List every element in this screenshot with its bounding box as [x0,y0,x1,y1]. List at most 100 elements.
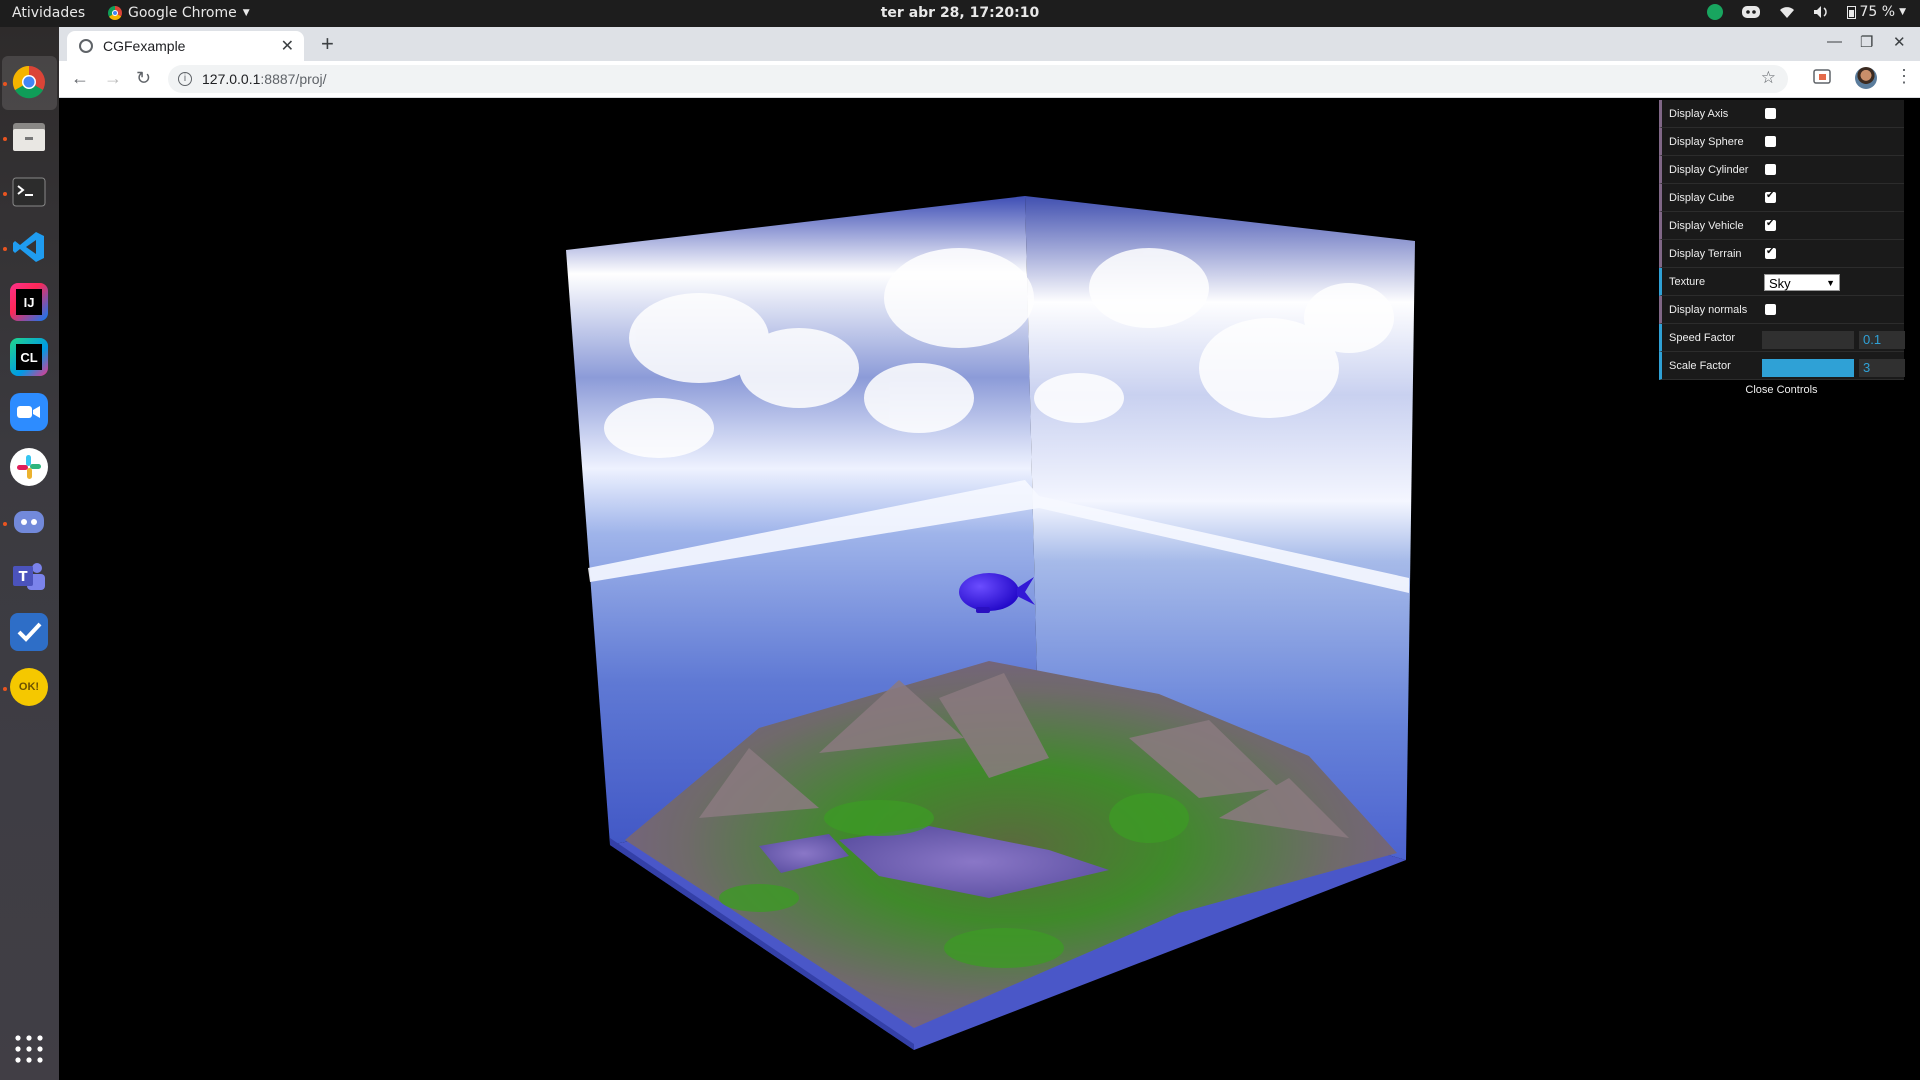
vscode-icon [13,232,44,262]
texture-row[interactable]: Texture Sky [1659,268,1904,296]
display-vehicle-label: Display Vehicle [1669,220,1744,232]
more-menu-icon[interactable]: ⋮ [1895,66,1913,87]
volume-icon[interactable] [1813,5,1829,19]
cast-icon[interactable] [1812,67,1832,87]
browser-tab-strip: CGFexample ✕ + — ❐ ✕ [59,27,1920,61]
restore-icon[interactable]: ❐ [1860,33,1873,51]
files-launcher[interactable] [10,118,48,156]
discord-tray-icon[interactable] [1741,4,1761,20]
slack-icon [17,455,41,479]
terminal-icon [12,177,46,207]
todo-icon [17,622,42,642]
display-axis-checkbox[interactable] [1765,108,1776,119]
wifi-icon[interactable] [1779,5,1795,19]
display-terrain-row[interactable]: Display Terrain [1659,240,1904,268]
texture-label: Texture [1669,276,1706,288]
texture-select[interactable]: Sky [1764,274,1840,292]
app-menu-label: Google Chrome [128,5,237,21]
svg-text:T: T [19,570,28,585]
scale-factor-slider[interactable] [1762,359,1854,377]
url-path: :8887/proj/ [260,71,327,87]
scale-factor-input[interactable]: 3 [1859,359,1905,377]
chevron-down-icon: ▼ [242,8,250,18]
speed-factor-label: Speed Factor [1669,332,1736,344]
bookmark-star-icon[interactable]: ☆ [1761,68,1776,88]
display-axis-row[interactable]: Display Axis [1659,100,1904,128]
minimize-icon[interactable]: — [1827,33,1842,50]
clion-launcher[interactable]: CL [10,338,48,376]
running-indicator [3,522,7,526]
scale-factor-row[interactable]: Scale Factor 3 [1659,352,1905,380]
display-cube-checkbox[interactable] [1765,190,1776,203]
reload-icon[interactable]: ↻ [136,68,151,89]
close-tab-icon[interactable]: ✕ [281,36,294,56]
close-controls-button[interactable]: Close Controls [1659,380,1904,400]
intellij-icon: IJ [16,289,42,315]
running-indicator [3,82,7,86]
system-top-bar: Atividades Google Chrome ▼ ter abr 28, 1… [0,0,1920,27]
battery-percentage: 75 % [1859,4,1896,20]
display-cylinder-checkbox[interactable] [1765,164,1776,175]
zoom-launcher[interactable] [10,393,48,431]
globe-icon [79,39,93,53]
todo-launcher[interactable] [10,613,48,651]
tab-cgfexample[interactable]: CGFexample ✕ [67,31,304,61]
display-vehicle-checkbox[interactable] [1765,218,1776,231]
clion-icon: CL [16,344,42,370]
site-info-icon[interactable]: i [178,72,192,86]
forward-arrow-icon[interactable]: → [104,68,122,89]
profile-avatar[interactable] [1855,67,1877,89]
display-cylinder-row[interactable]: Display Cylinder [1659,156,1904,184]
display-normals-checkbox[interactable] [1765,304,1776,315]
app-menu[interactable]: Google Chrome ▼ [108,5,250,21]
clock[interactable]: ter abr 28, 17:20:10 [881,5,1040,21]
discord-icon [14,511,44,533]
chrome-icon [108,6,122,20]
3d-scene [566,196,1415,1050]
display-sphere-row[interactable]: Display Sphere [1659,128,1904,156]
running-indicator [3,192,7,196]
speed-factor-slider[interactable] [1762,331,1854,349]
system-tray[interactable]: 75 % ▼ [1706,4,1906,20]
display-normals-label: Display normals [1669,304,1748,316]
grid-icon [15,1035,43,1063]
speed-factor-row[interactable]: Speed Factor 0.1 [1659,324,1905,352]
running-indicator [3,137,7,141]
chrome-launcher[interactable] [10,63,48,101]
close-window-icon[interactable]: ✕ [1893,33,1906,51]
browser-toolbar: ← → ↻ i 127.0.0.1 :8887/proj/ ☆ ⋮ [59,61,1920,98]
controls-panel: Display Axis Display Sphere Display Cyli… [1659,100,1905,400]
new-tab-button[interactable]: + [321,31,334,57]
display-cylinder-label: Display Cylinder [1669,164,1749,176]
speed-factor-input[interactable]: 0.1 [1859,331,1905,349]
battery-indicator[interactable]: 75 % ▼ [1846,4,1906,20]
status-indicator-icon[interactable] [1706,4,1723,20]
intellij-launcher[interactable]: IJ [10,283,48,321]
todook-launcher[interactable]: OK! [10,668,48,706]
files-icon [13,123,45,151]
display-axis-label: Display Axis [1669,108,1729,120]
display-cube-row[interactable]: Display Cube [1659,184,1904,212]
teams-launcher[interactable]: T [10,558,48,596]
display-vehicle-row[interactable]: Display Vehicle [1659,212,1904,240]
tab-title: CGFexample [103,38,186,54]
webgl-canvas[interactable] [59,98,1920,1080]
display-normals-row[interactable]: Display normals [1659,296,1904,324]
display-sphere-label: Display Sphere [1669,136,1744,148]
terminal-launcher[interactable] [10,173,48,211]
battery-icon [1846,6,1856,19]
running-indicator [3,687,7,691]
address-bar[interactable]: i 127.0.0.1 :8887/proj/ ☆ [168,65,1788,93]
display-sphere-checkbox[interactable] [1765,136,1776,147]
vscode-launcher[interactable] [10,228,48,266]
slack-launcher[interactable] [10,448,48,486]
url-host: 127.0.0.1 [202,71,261,87]
display-terrain-checkbox[interactable] [1765,246,1776,259]
activities-button[interactable]: Atividades [12,5,85,21]
show-applications-button[interactable] [14,1034,44,1069]
application-dock: IJ CL T OK! [0,27,59,1080]
discord-launcher[interactable] [10,503,48,541]
display-terrain-label: Display Terrain [1669,248,1742,260]
back-arrow-icon[interactable]: ← [71,68,89,89]
chevron-down-icon: ▼ [1899,7,1906,17]
